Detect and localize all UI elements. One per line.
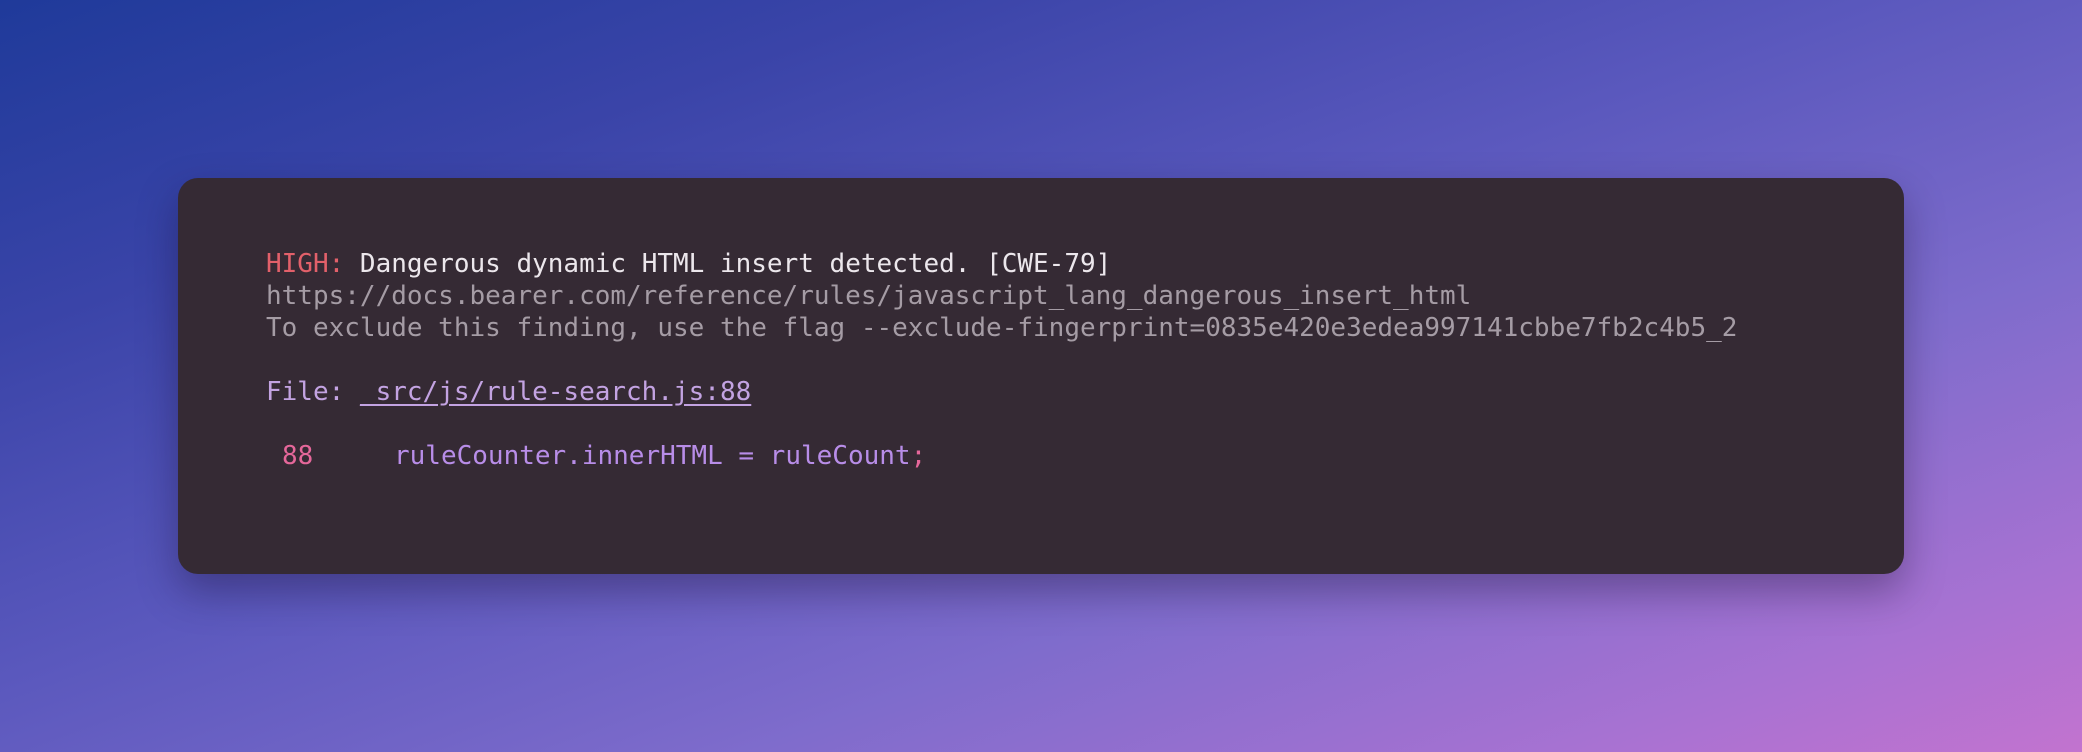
severity-label: HIGH:: [266, 249, 345, 279]
terminal-output-panel: HIGH: Dangerous dynamic HTML insert dete…: [178, 178, 1904, 574]
code-semicolon: ;: [910, 441, 927, 471]
file-reference: File: _src/js/rule-search.js:88: [266, 376, 1904, 408]
documentation-link[interactable]: https://docs.bearer.com/reference/rules/…: [266, 280, 1904, 312]
exclude-fingerprint-hint: To exclude this finding, use the flag --…: [266, 313, 1738, 343]
file-path-link[interactable]: _src/js/rule-search.js:88: [360, 377, 751, 407]
code-text: ruleCounter.innerHTML = ruleCount: [394, 441, 911, 471]
file-label: File:: [266, 377, 360, 407]
finding-header: HIGH: Dangerous dynamic HTML insert dete…: [266, 248, 1904, 280]
code-snippet: 88 ruleCounter.innerHTML = ruleCount;: [266, 440, 1904, 472]
code-line-number: 88: [282, 441, 314, 471]
finding-message: Dangerous dynamic HTML insert detected. …: [344, 249, 1112, 279]
